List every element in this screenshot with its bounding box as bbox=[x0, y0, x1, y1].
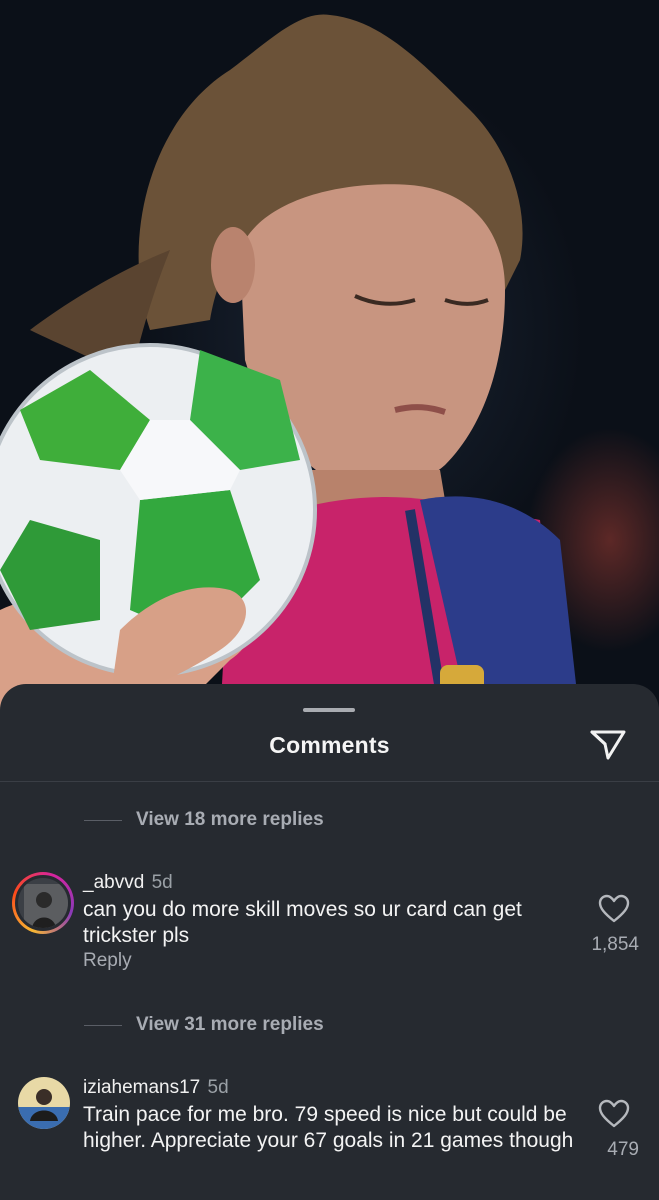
thread-line bbox=[84, 1024, 122, 1026]
view-replies-label: View 31 more replies bbox=[136, 1014, 324, 1035]
share-button[interactable] bbox=[588, 726, 628, 762]
avatar[interactable] bbox=[18, 1077, 70, 1129]
comment-meta: _abvvd 5d bbox=[83, 872, 173, 894]
comment-username[interactable]: iziahemans17 bbox=[83, 1077, 200, 1098]
post-photo bbox=[0, 0, 659, 720]
view-more-replies-button[interactable]: View 18 more replies bbox=[84, 806, 324, 834]
thread-line bbox=[84, 819, 122, 821]
comment-time: 5d bbox=[151, 872, 173, 893]
comment-time: 5d bbox=[207, 1077, 229, 1098]
like-button[interactable] bbox=[598, 894, 630, 924]
sheet-title: Comments bbox=[269, 732, 390, 758]
send-icon bbox=[590, 730, 626, 760]
comment-username[interactable]: _abvvd bbox=[83, 872, 144, 893]
view-replies-label: View 18 more replies bbox=[136, 809, 324, 830]
heart-icon bbox=[598, 1099, 630, 1128]
avatar-image bbox=[18, 1077, 70, 1129]
comment-text: can you do more skill moves so ur card c… bbox=[83, 898, 522, 947]
header-divider bbox=[0, 781, 659, 782]
heart-icon bbox=[598, 894, 630, 923]
player-image bbox=[0, 14, 580, 720]
reply-button[interactable]: Reply bbox=[83, 950, 132, 972]
drag-handle[interactable] bbox=[303, 708, 355, 712]
like-count: 479 bbox=[607, 1139, 639, 1160]
comment-text: Train pace for me bro. 79 speed is nice … bbox=[83, 1103, 574, 1152]
avatar-image bbox=[18, 878, 68, 928]
comments-sheet: Comments View 18 more replies _abvvd 5d … bbox=[0, 684, 659, 1200]
avatar[interactable] bbox=[12, 872, 74, 934]
view-more-replies-button[interactable]: View 31 more replies bbox=[84, 1011, 324, 1039]
like-count: 1,854 bbox=[591, 934, 639, 955]
like-button[interactable] bbox=[598, 1099, 630, 1129]
comment-meta: iziahemans17 5d bbox=[83, 1077, 229, 1099]
